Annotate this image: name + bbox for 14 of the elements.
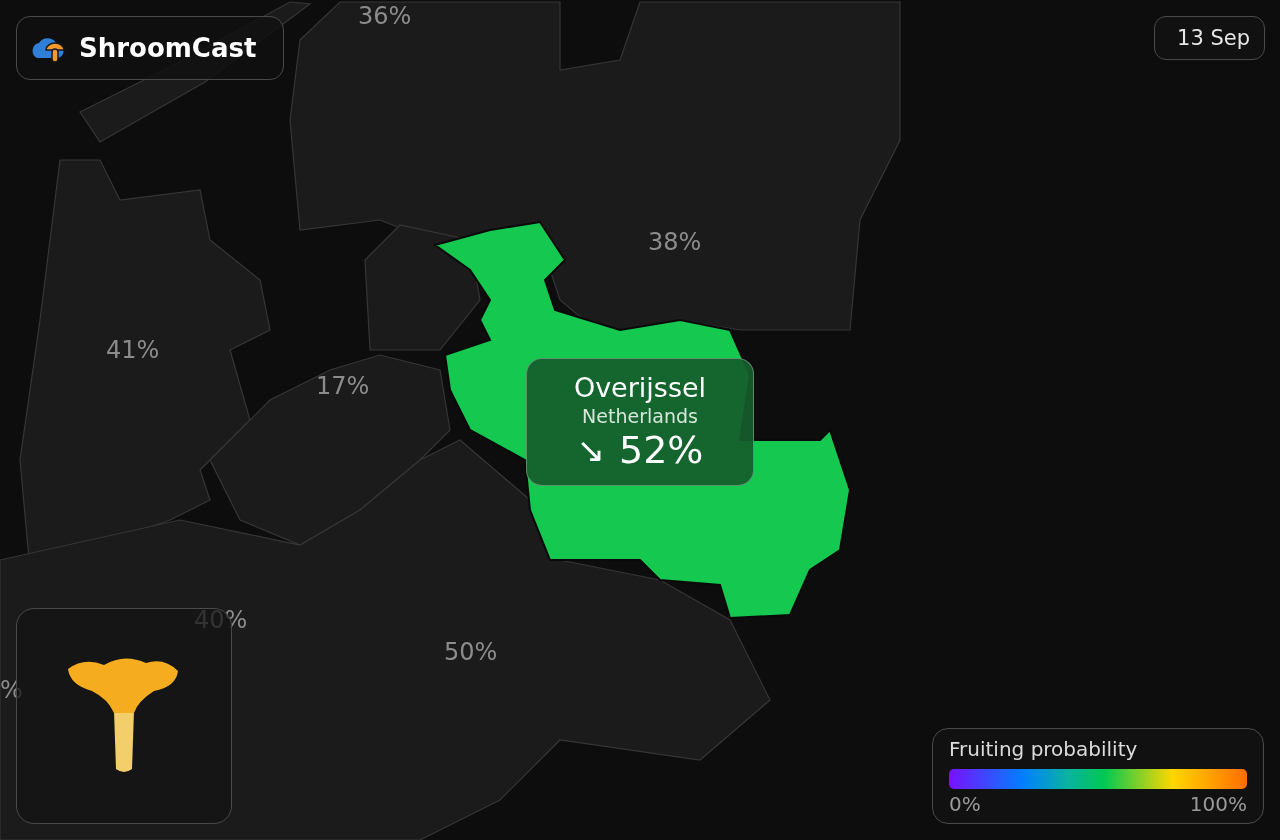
probability-value: 52% bbox=[619, 428, 704, 472]
region-percentage: 50% bbox=[444, 637, 498, 668]
region-percentage: 38% bbox=[648, 227, 702, 258]
trend-arrow: ↘ bbox=[576, 429, 605, 472]
date-badge: 13 Sep bbox=[1154, 16, 1265, 60]
region-percentage: 36% bbox=[358, 1, 412, 32]
legend-min-label: 0% bbox=[949, 791, 981, 818]
legend-max-label: 100% bbox=[1189, 791, 1247, 818]
app-name: ShroomCast bbox=[79, 33, 257, 63]
region-percentage: 17% bbox=[316, 371, 370, 402]
region-percentage: 41% bbox=[106, 335, 160, 366]
legend-title: Fruiting probability bbox=[949, 736, 1139, 763]
country-name: Netherlands bbox=[582, 404, 698, 428]
region-name: Overijssel bbox=[573, 372, 707, 404]
